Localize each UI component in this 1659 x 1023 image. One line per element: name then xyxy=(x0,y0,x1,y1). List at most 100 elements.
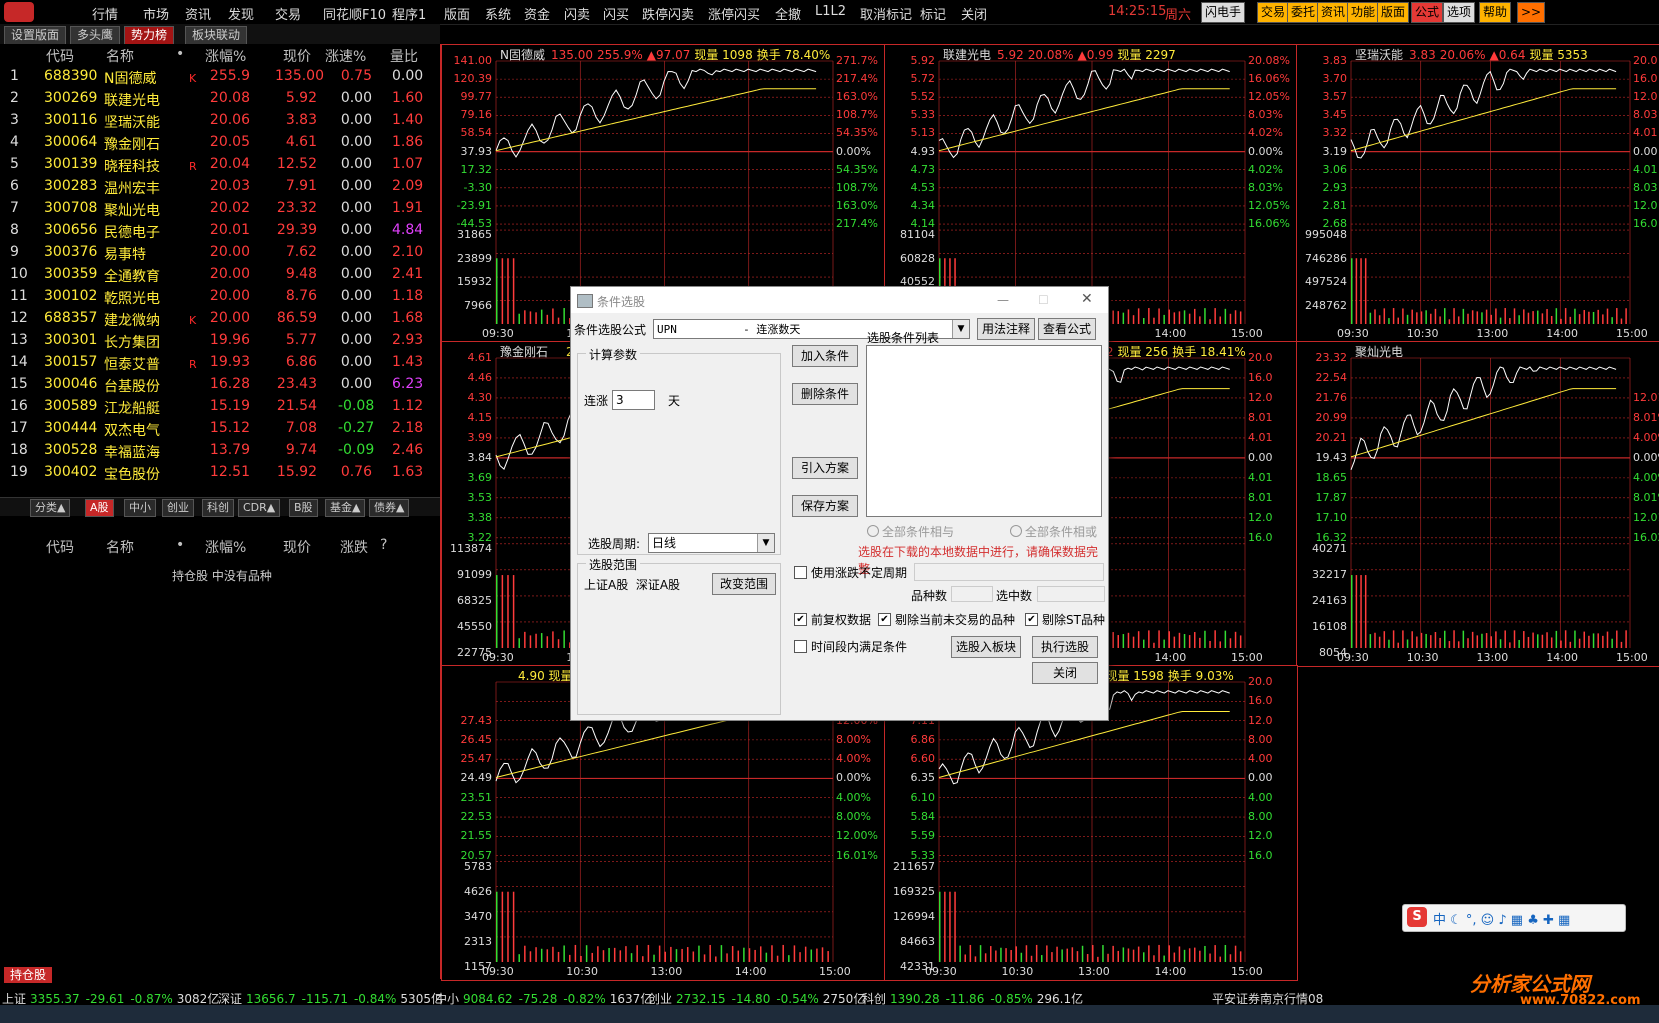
execute-button[interactable]: 执行选股 xyxy=(1032,636,1098,658)
category-tab[interactable]: B股 xyxy=(289,499,318,517)
menu-item[interactable]: 闪买 xyxy=(603,4,629,23)
exclude-st-checkbox[interactable]: ✔ xyxy=(1025,613,1038,626)
menu-item[interactable]: 行情 xyxy=(92,4,118,23)
column-header[interactable]: 现价 xyxy=(283,46,311,66)
holdings-column-header[interactable]: 涨幅% xyxy=(205,537,246,557)
menu-item[interactable]: 发现 xyxy=(228,4,254,23)
table-row[interactable]: 1 688390 N固德威 K 255.9 135.00 0.75 0.00 xyxy=(0,66,440,88)
quick-button[interactable]: 选项 xyxy=(1443,2,1476,23)
category-tab[interactable]: 分类▲ xyxy=(30,499,71,517)
menu-item[interactable]: 系统 xyxy=(485,4,511,23)
menu-item[interactable]: L1L2 xyxy=(815,4,846,19)
table-row[interactable]: 5 300139 晓程科技 R 20.04 12.52 0.00 1.07 xyxy=(0,154,440,176)
table-row[interactable]: 4 300064 豫金刚石 20.05 4.61 0.00 1.86 xyxy=(0,132,440,154)
category-tab[interactable]: A股 xyxy=(85,499,114,517)
pre-fuquan-checkbox[interactable]: ✔ xyxy=(794,613,807,626)
minute-chart[interactable]: 聚灿光电 23.32 22.54 21.76 20.99 20.21 19.43 18.65 1… xyxy=(1296,341,1659,667)
tab-0[interactable]: 设置版面 xyxy=(4,26,67,45)
save-plan-button[interactable]: 保存方案 xyxy=(792,495,858,517)
view-formula-button[interactable]: 查看公式 xyxy=(1038,318,1096,340)
column-header[interactable]: 名称 xyxy=(106,46,134,66)
maximize-icon[interactable]: ☐ xyxy=(1038,293,1049,307)
condition-list[interactable] xyxy=(866,345,1102,517)
add-condition-button[interactable]: 加入条件 xyxy=(792,345,858,367)
quick-button[interactable]: >> xyxy=(1517,2,1546,23)
table-row[interactable]: 16 300589 江龙船艇 15.19 21.54 -0.08 1.12 xyxy=(0,396,440,418)
table-row[interactable]: 10 300359 全通教育 20.00 9.48 0.00 2.41 xyxy=(0,264,440,286)
holdings-column-header[interactable]: 代码 xyxy=(46,537,74,557)
category-tab[interactable]: CDR▲ xyxy=(238,499,281,517)
menu-item[interactable]: 资讯 xyxy=(185,4,211,23)
table-row[interactable]: 6 300283 温州宏丰 20.03 7.91 0.00 2.09 xyxy=(0,176,440,198)
menu-item[interactable]: 标记 xyxy=(920,4,946,23)
import-plan-button[interactable]: 引入方案 xyxy=(792,457,858,479)
table-row[interactable]: 15 300046 台基股份 16.28 23.43 0.00 6.23 xyxy=(0,374,440,396)
tab-3[interactable]: 板块联动 xyxy=(185,26,248,45)
time-cond-checkbox[interactable] xyxy=(794,640,807,653)
table-row[interactable]: 12 688357 建龙微纳 K 20.00 86.59 0.00 1.68 xyxy=(0,308,440,330)
delete-condition-button[interactable]: 删除条件 xyxy=(792,383,858,405)
menu-item[interactable]: 程序1 xyxy=(392,4,426,23)
ime-toolbar[interactable]: S 中 ☾ °, ☺ ♪ ▦ ♣ ✚ ▦ xyxy=(1402,904,1626,932)
menu-item[interactable]: 版面 xyxy=(444,4,470,23)
minimize-icon[interactable]: — xyxy=(997,293,1009,307)
table-row[interactable]: 2 300269 联建光电 20.08 5.92 0.00 1.60 xyxy=(0,88,440,110)
chevron-down-icon[interactable]: ▼ xyxy=(757,534,774,552)
column-header[interactable]: 涨速% xyxy=(325,46,366,66)
column-header[interactable]: • xyxy=(176,46,184,62)
quick-button[interactable]: 闪电手 xyxy=(1201,2,1246,23)
days-input[interactable]: 3 xyxy=(612,390,655,410)
menu-item[interactable]: 资金 xyxy=(524,4,550,23)
minute-chart[interactable]: 坚瑞沃能 3.83 20.06% ▲0.64 现量 5353 3.83 3.70 3.57 3.… xyxy=(1296,44,1659,343)
select-into-block-button[interactable]: 选股入板块 xyxy=(951,636,1021,658)
category-tab[interactable]: 科创 xyxy=(202,499,234,517)
table-row[interactable]: 11 300102 乾照光电 20.00 8.76 0.00 1.18 xyxy=(0,286,440,308)
category-tab[interactable]: 基金▲ xyxy=(325,499,366,517)
change-scope-button[interactable]: 改变范围 xyxy=(712,573,776,595)
quick-button[interactable]: 版面 xyxy=(1377,2,1410,23)
close-button[interactable]: 关闭 xyxy=(1032,662,1098,684)
radio-all-and[interactable] xyxy=(867,525,879,537)
holdings-column-header[interactable]: 现价 xyxy=(283,537,311,557)
menu-item[interactable]: 取消标记 xyxy=(860,4,912,23)
column-header[interactable]: 量比 xyxy=(390,46,418,66)
table-row[interactable]: 9 300376 易事特 20.00 7.62 0.00 2.10 xyxy=(0,242,440,264)
quick-button[interactable]: 帮助 xyxy=(1479,2,1512,23)
table-row[interactable]: 17 300444 双杰电气 15.12 7.08 -0.27 2.18 xyxy=(0,418,440,440)
table-row[interactable]: 13 300301 长方集团 19.96 5.77 0.00 2.93 xyxy=(0,330,440,352)
use-period-checkbox[interactable] xyxy=(794,566,807,579)
holdings-column-header[interactable]: • xyxy=(176,537,184,553)
table-row[interactable]: 18 300528 幸福蓝海 13.79 9.74 -0.09 2.46 xyxy=(0,440,440,462)
category-tab[interactable]: 中小 xyxy=(124,499,156,517)
table-row[interactable]: 7 300708 聚灿光电 20.02 23.32 0.00 1.91 xyxy=(0,198,440,220)
quick-button[interactable]: 委托 xyxy=(1287,2,1320,23)
menu-item[interactable]: 市场 xyxy=(143,4,169,23)
holdings-column-header[interactable]: 涨跌 xyxy=(340,537,368,557)
quick-button[interactable]: 资讯 xyxy=(1317,2,1350,23)
table-row[interactable]: 14 300157 恒泰艾普 R 19.93 6.86 0.00 1.43 xyxy=(0,352,440,374)
quick-button[interactable]: 功能 xyxy=(1347,2,1380,23)
menu-item[interactable]: 同花顺F10 xyxy=(323,4,386,23)
category-tab[interactable]: 债券▲ xyxy=(369,499,410,517)
column-header[interactable]: 涨幅% xyxy=(205,46,246,66)
menu-item[interactable]: 关闭 xyxy=(961,4,987,23)
column-header[interactable]: 代码 xyxy=(46,46,74,66)
quick-button[interactable]: 交易 xyxy=(1257,2,1290,23)
table-row[interactable]: 3 300116 坚瑞沃能 20.06 3.83 0.00 1.40 xyxy=(0,110,440,132)
category-tab[interactable]: 创业 xyxy=(162,499,194,517)
menu-item[interactable]: 闪卖 xyxy=(564,4,590,23)
menu-item[interactable]: 全撤 xyxy=(775,4,801,23)
quick-button[interactable]: 公式 xyxy=(1411,2,1444,23)
radio-all-or[interactable] xyxy=(1010,525,1022,537)
table-row[interactable]: 19 300402 宝色股份 12.51 15.92 0.76 1.63 xyxy=(0,462,440,484)
exclude-untraded-checkbox[interactable]: ✔ xyxy=(878,613,891,626)
tab-1[interactable]: 多头鹰 xyxy=(70,26,121,45)
tab-2[interactable]: 势力榜 xyxy=(124,26,175,45)
menu-item[interactable]: 涨停闪买 xyxy=(708,4,760,23)
menu-item[interactable]: 交易 xyxy=(275,4,301,23)
usage-notes-button[interactable]: 用法注释 xyxy=(977,318,1035,340)
holdings-column-header[interactable]: 名称 xyxy=(106,537,134,557)
chevron-down-icon[interactable]: ▼ xyxy=(952,320,969,338)
menu-item[interactable]: 跌停闪卖 xyxy=(642,4,694,23)
table-row[interactable]: 8 300656 民德电子 20.01 29.39 0.00 4.84 xyxy=(0,220,440,242)
